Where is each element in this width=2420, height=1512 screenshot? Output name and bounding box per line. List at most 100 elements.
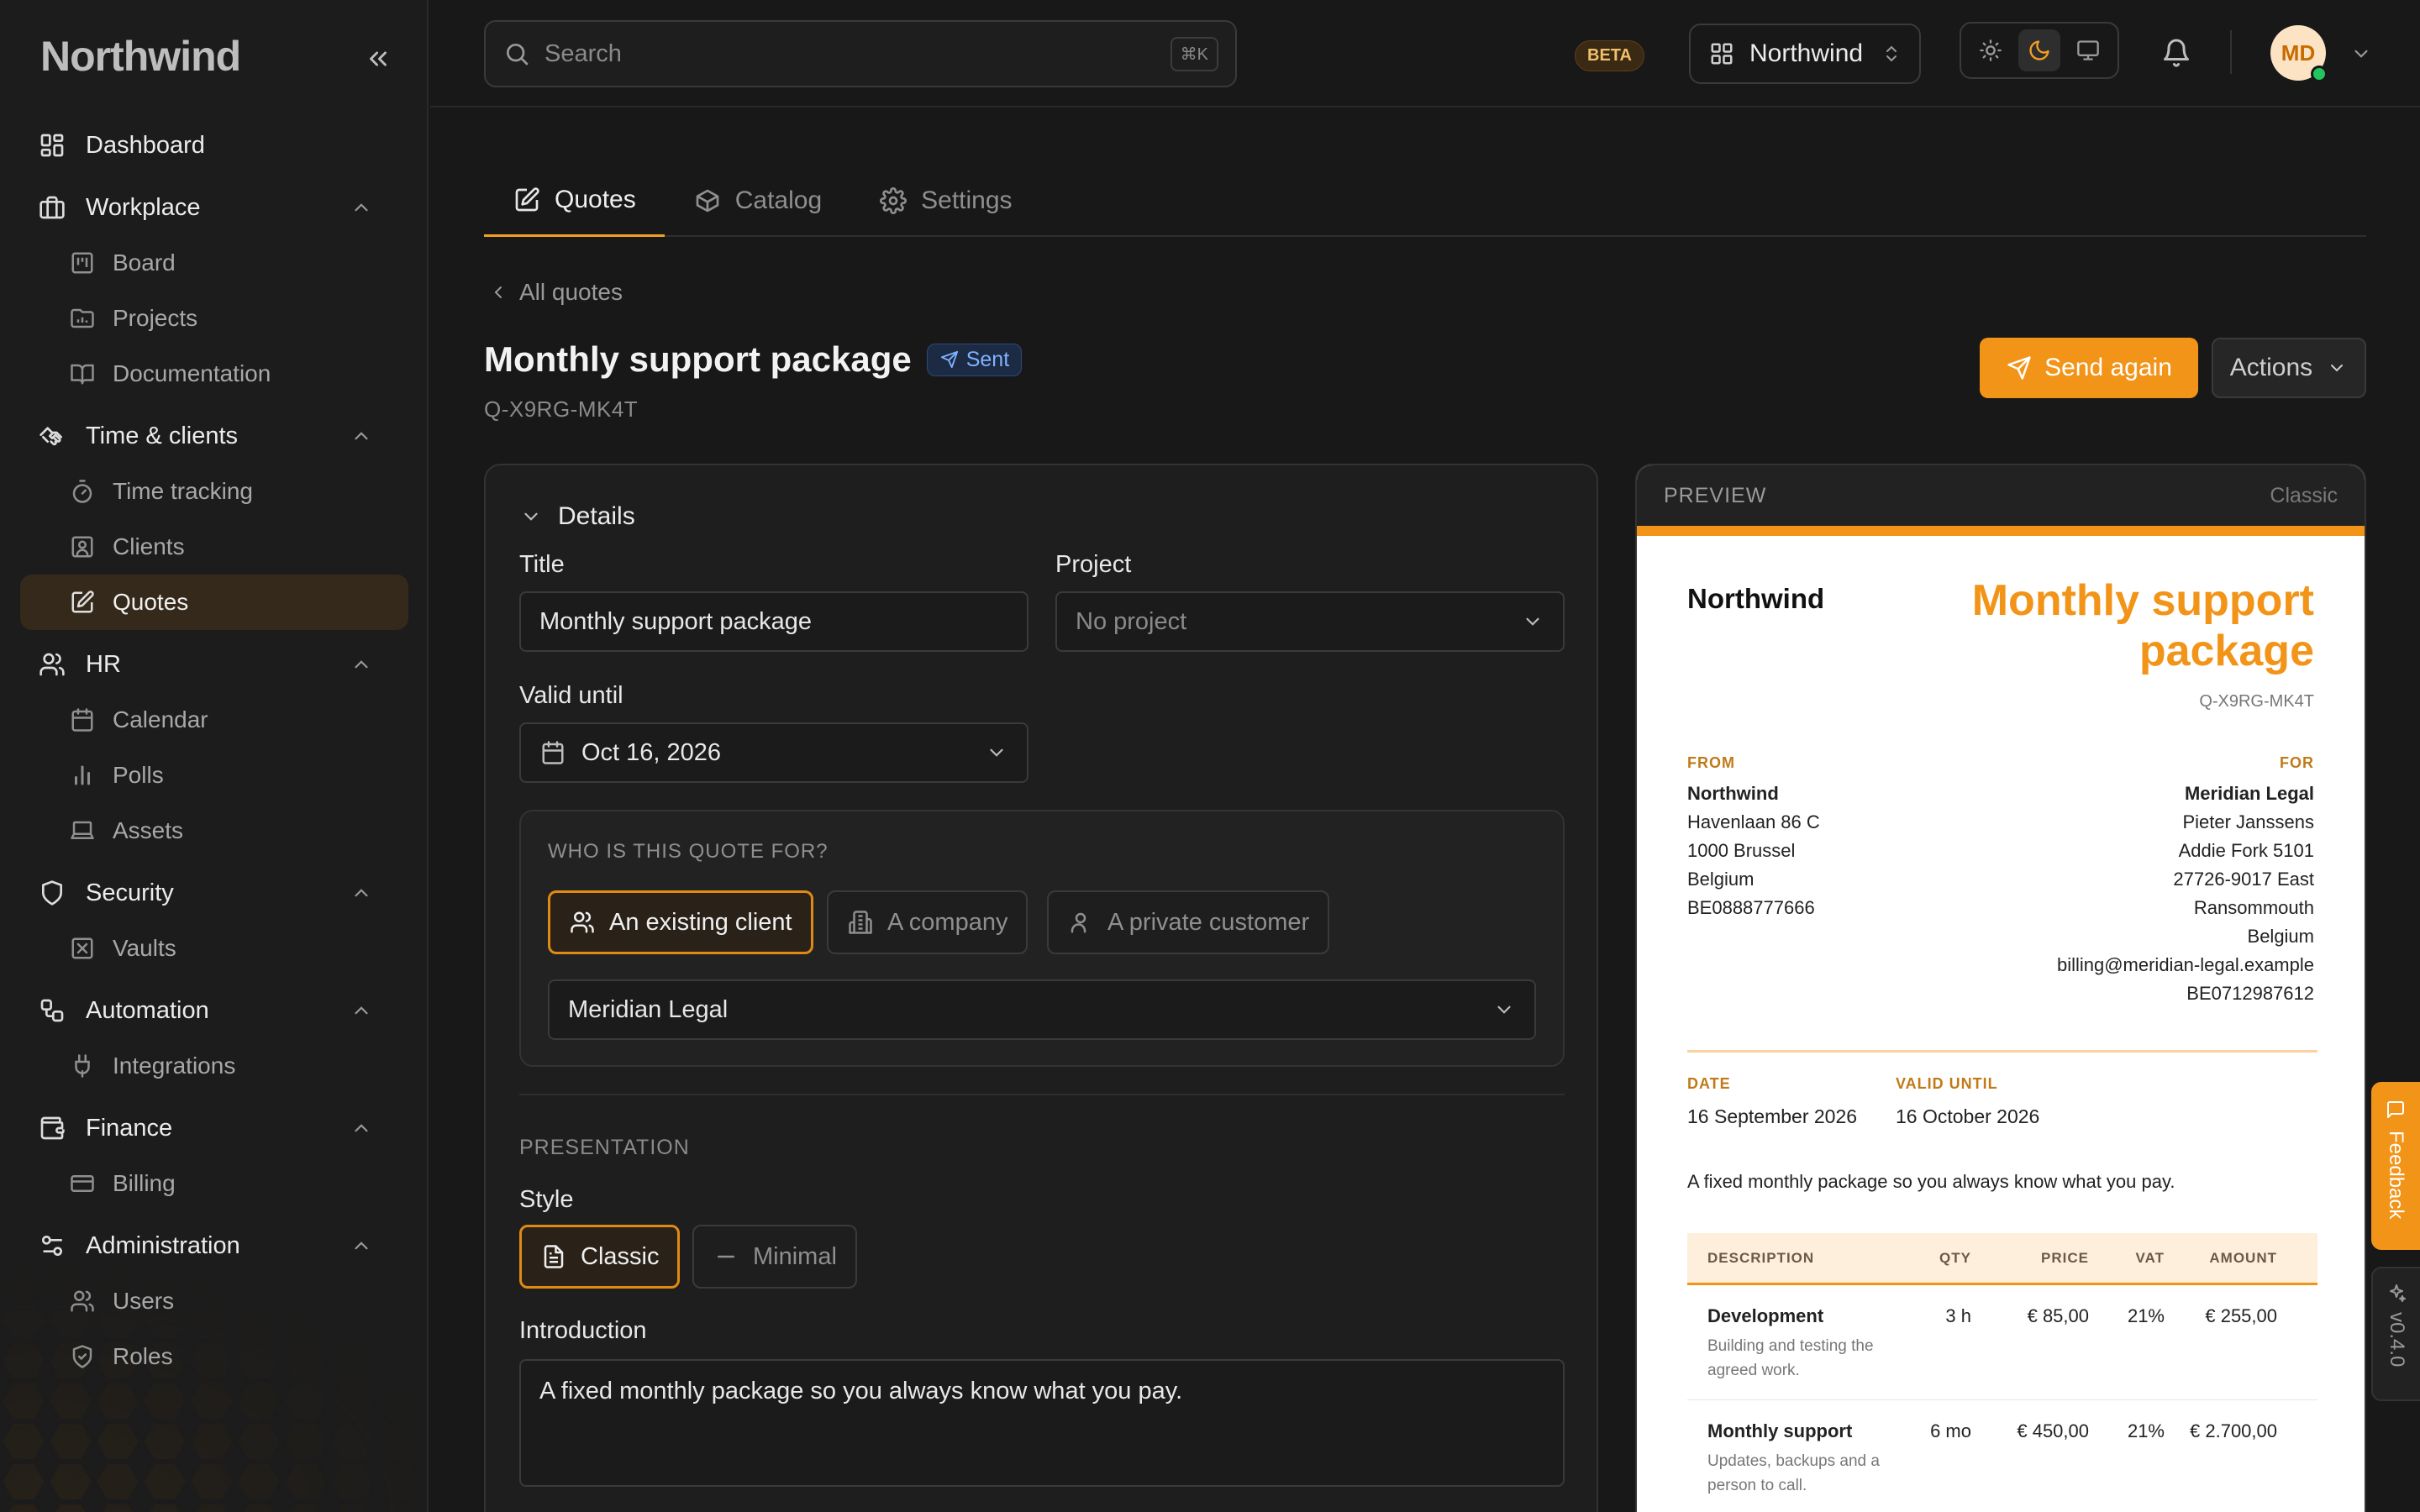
sidebar-item-billing[interactable]: Billing xyxy=(20,1156,408,1211)
sidebar-item-quotes[interactable]: Quotes xyxy=(20,575,408,630)
sidebar-item-documentation[interactable]: Documentation xyxy=(20,346,408,402)
project-select[interactable]: No project xyxy=(1055,591,1565,652)
minus-icon xyxy=(713,1243,739,1270)
sidebar-item-users[interactable]: Users xyxy=(20,1273,408,1329)
chevron-down-icon[interactable] xyxy=(2349,42,2373,66)
kanban-icon xyxy=(69,249,96,276)
search-box[interactable]: ⌘K xyxy=(484,20,1237,87)
chevron-up-icon[interactable] xyxy=(350,999,373,1022)
sidebar-item-label: Projects xyxy=(113,305,198,331)
valid-until-date-picker[interactable]: Oct 16, 2026 xyxy=(519,722,1028,783)
recipient-option-label: A private customer xyxy=(1107,908,1310,936)
sidebar-group-hr[interactable]: HR xyxy=(20,637,408,692)
recipient-panel: WHO IS THIS QUOTE FOR? An existing clien… xyxy=(519,810,1565,1067)
quote-code: Q-X9RG-MK4T xyxy=(484,396,639,422)
for-address-line: Belgium xyxy=(2247,926,2314,947)
sidebar-group-administration[interactable]: Administration xyxy=(20,1218,408,1273)
chevron-up-icon[interactable] xyxy=(350,653,373,676)
details-section-toggle[interactable]: Details xyxy=(519,502,635,531)
recipient-option-company[interactable]: A company xyxy=(827,890,1028,954)
sidebar-item-board[interactable]: Board xyxy=(20,235,408,291)
client-select[interactable]: Meridian Legal xyxy=(548,979,1536,1040)
presentation-heading: PRESENTATION xyxy=(519,1136,690,1159)
monitor-icon[interactable] xyxy=(2067,29,2109,71)
sidebar-item-clients[interactable]: Clients xyxy=(20,519,408,575)
timer-icon xyxy=(69,478,96,505)
chevron-up-icon[interactable] xyxy=(350,196,373,219)
for-address-line: BE0712987612 xyxy=(2186,983,2314,1004)
section-divider xyxy=(519,1094,1565,1095)
sidebar-item-integrations[interactable]: Integrations xyxy=(20,1038,408,1094)
recipient-option-private-customer[interactable]: A private customer xyxy=(1047,890,1330,954)
style-option-minimal[interactable]: Minimal xyxy=(692,1225,857,1289)
introduction-field-label: Introduction xyxy=(519,1317,647,1344)
building-icon xyxy=(847,909,874,936)
sidebar-item-assets[interactable]: Assets xyxy=(20,803,408,858)
sidebar-group-time-clients[interactable]: Time & clients xyxy=(20,408,408,464)
chevron-up-icon[interactable] xyxy=(350,881,373,905)
sidebar-item-label: Assets xyxy=(113,817,184,843)
sidebar-item-dashboard[interactable]: Dashboard xyxy=(20,118,408,173)
tab-catalog[interactable]: Catalog xyxy=(665,165,850,237)
sidebar-item-polls[interactable]: Polls xyxy=(20,748,408,803)
quote-details-card: Details Title Monthly support package Pr… xyxy=(484,464,1598,1512)
workflow-icon xyxy=(37,995,67,1026)
sidebar-item-vaults[interactable]: Vaults xyxy=(20,921,408,976)
chevron-up-icon[interactable] xyxy=(350,424,373,448)
collapse-sidebar-icon[interactable] xyxy=(360,40,397,77)
brand-logo[interactable]: Northwind xyxy=(40,32,241,81)
column-header: PRICE xyxy=(2041,1249,2089,1266)
plug-icon xyxy=(69,1053,96,1079)
sidebar-item-calendar[interactable]: Calendar xyxy=(20,692,408,748)
sun-icon[interactable] xyxy=(1970,29,2012,71)
sidebar-group-automation[interactable]: Automation xyxy=(20,983,408,1038)
feedback-tab[interactable]: Feedback xyxy=(2371,1082,2420,1250)
recipient-option-existing-client[interactable]: An existing client xyxy=(548,890,813,954)
search-input[interactable] xyxy=(544,39,1171,68)
from-address-line: Havenlaan 86 C xyxy=(1687,811,1820,832)
chevrons-up-down-icon xyxy=(1881,41,1902,66)
workspace-switcher[interactable]: Northwind xyxy=(1689,24,1921,84)
sidebar-item-time-tracking[interactable]: Time tracking xyxy=(20,464,408,519)
shield-icon xyxy=(37,878,67,908)
back-link-all-quotes[interactable]: All quotes xyxy=(487,279,623,306)
tab-quotes[interactable]: Quotes xyxy=(484,165,665,237)
sidebar-group-security[interactable]: Security xyxy=(20,865,408,921)
section-title: Details xyxy=(558,502,635,530)
valid-until-doc-label: VALID UNTIL xyxy=(1896,1075,1998,1092)
avatar[interactable]: MD xyxy=(2270,25,2328,82)
title-input[interactable]: Monthly support package xyxy=(519,591,1028,652)
send-again-button[interactable]: Send again xyxy=(1980,338,2198,398)
sidebar-group-label: Administration xyxy=(86,1231,240,1259)
quote-document: Northwind Monthly support package Q-X9RG… xyxy=(1637,536,2365,1512)
bell-icon[interactable] xyxy=(2160,35,2193,71)
sidebar-item-roles[interactable]: Roles xyxy=(20,1329,408,1384)
from-address-line: Belgium xyxy=(1687,869,1754,890)
sidebar-item-projects[interactable]: Projects xyxy=(20,291,408,346)
valid-until-label: Valid until xyxy=(519,682,623,709)
moon-icon[interactable] xyxy=(2018,29,2060,71)
line-item-amount: € 2.700,00 xyxy=(2190,1420,2277,1441)
sliders-icon xyxy=(37,1231,67,1261)
chevron-up-icon[interactable] xyxy=(350,1116,373,1140)
file-text-icon xyxy=(540,1243,567,1270)
version-label: v0.4.0 xyxy=(2386,1312,2408,1368)
style-option-classic[interactable]: Classic xyxy=(519,1225,681,1289)
line-items-table: DESCRIPTION QTY PRICE VAT AMOUNT Develop… xyxy=(1687,1233,2317,1512)
sidebar-group-finance[interactable]: Finance xyxy=(20,1100,408,1156)
actions-dropdown-button[interactable]: Actions xyxy=(2212,338,2366,398)
calendar-icon xyxy=(69,706,96,733)
back-link-label: All quotes xyxy=(519,279,623,305)
version-tab[interactable]: v0.4.0 xyxy=(2371,1267,2420,1401)
valid-until-doc-value: 16 October 2026 xyxy=(1896,1105,2040,1127)
tab-settings[interactable]: Settings xyxy=(850,165,1040,237)
sidebar-group-workplace[interactable]: Workplace xyxy=(20,180,408,235)
valid-until-value: Oct 16, 2026 xyxy=(581,738,722,766)
for-address-line: Meridian Legal xyxy=(2184,783,2314,804)
chevron-down-icon xyxy=(519,505,543,528)
introduction-textarea[interactable]: A fixed monthly package so you always kn… xyxy=(519,1359,1565,1487)
sparkles-icon xyxy=(2386,1282,2407,1304)
sidebar-group-label: Automation xyxy=(86,996,209,1024)
chevron-up-icon[interactable] xyxy=(350,1234,373,1257)
sidebar-item-label: Polls xyxy=(113,762,164,788)
